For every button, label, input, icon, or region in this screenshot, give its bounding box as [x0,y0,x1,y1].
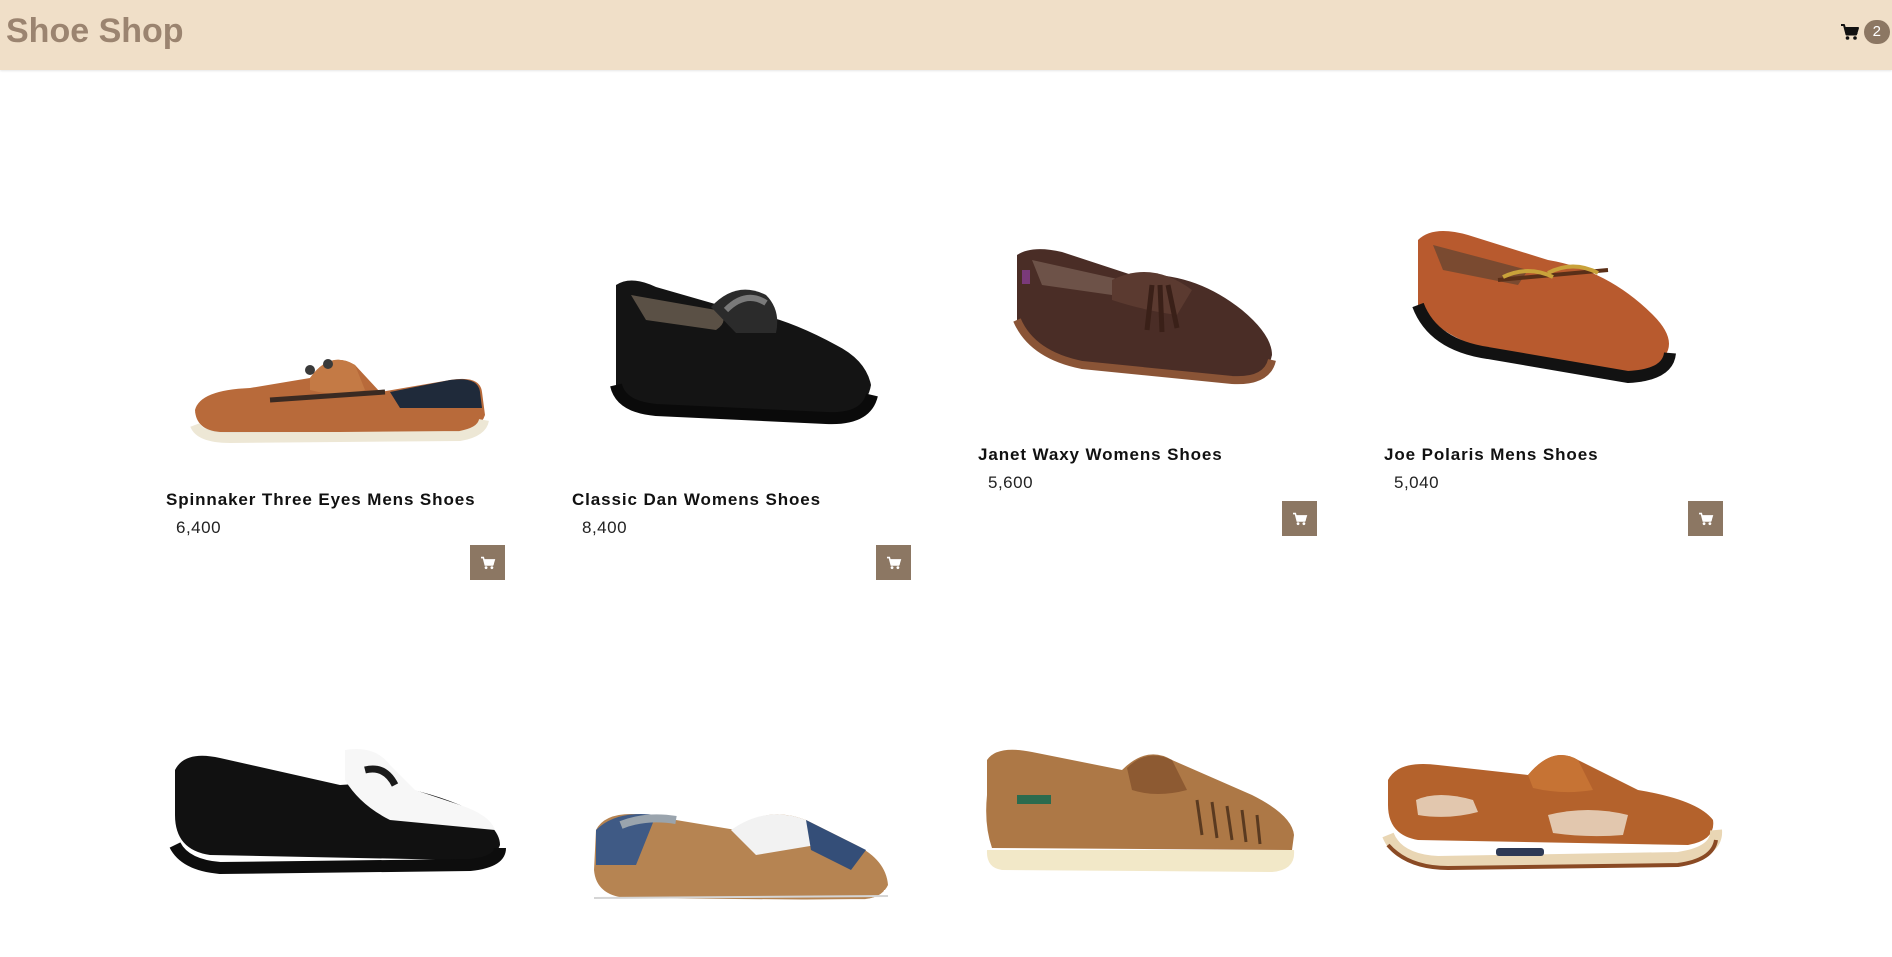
product-image-moc-toe-tan-cream-sole[interactable] [972,740,1322,890]
add-to-cart-button[interactable] [1688,501,1723,536]
add-to-cart-button[interactable] [876,545,911,580]
product-card [566,700,916,957]
product-name[interactable]: Spinnaker Three Eyes Mens Shoes [166,490,475,510]
cart-icon [886,556,901,569]
add-to-cart-button[interactable] [1282,501,1317,536]
top-header: Shoe Shop 2 [0,0,1892,70]
product-image-boat-shoe-tan-navy[interactable] [160,280,510,500]
product-name[interactable]: Joe Polaris Mens Shoes [1384,445,1598,465]
cart-icon [1698,512,1713,525]
product-image-penny-loafer-black-white[interactable] [160,740,510,880]
product-card [1378,700,1728,957]
cart-count-badge: 2 [1863,20,1890,44]
product-image-boat-shoe-brown-mesh[interactable] [1378,740,1728,890]
product-price: 6,400 [176,518,222,537]
product-card: Spinnaker Three Eyes Mens Shoes 6,400 [160,140,510,600]
product-image-horsebit-loafer-cognac[interactable] [1378,225,1728,445]
product-price: 8,400 [582,518,628,537]
cart-icon [480,556,495,569]
product-card [972,700,1322,957]
product-name[interactable]: Janet Waxy Womens Shoes [978,445,1223,465]
product-price: 5,600 [988,473,1034,492]
cart-icon [1292,512,1307,525]
product-card: Joe Polaris Mens Shoes 5,040 [1378,140,1728,560]
product-image-penny-loafer-black[interactable] [566,255,916,475]
product-card [160,700,510,957]
cart-icon [1840,23,1860,41]
product-price: 5,040 [1394,473,1440,492]
add-to-cart-button[interactable] [470,545,505,580]
product-name[interactable]: Classic Dan Womens Shoes [572,490,821,510]
brand-title[interactable]: Shoe Shop [6,12,184,51]
product-image-boat-shoe-tan-blue-grey[interactable] [566,800,916,930]
cart-button[interactable]: 2 [1840,20,1890,44]
product-image-tassel-loafer-brown[interactable] [972,240,1322,460]
product-card: Janet Waxy Womens Shoes 5,600 [972,140,1322,560]
product-card: Classic Dan Womens Shoes 8,400 [566,140,916,600]
